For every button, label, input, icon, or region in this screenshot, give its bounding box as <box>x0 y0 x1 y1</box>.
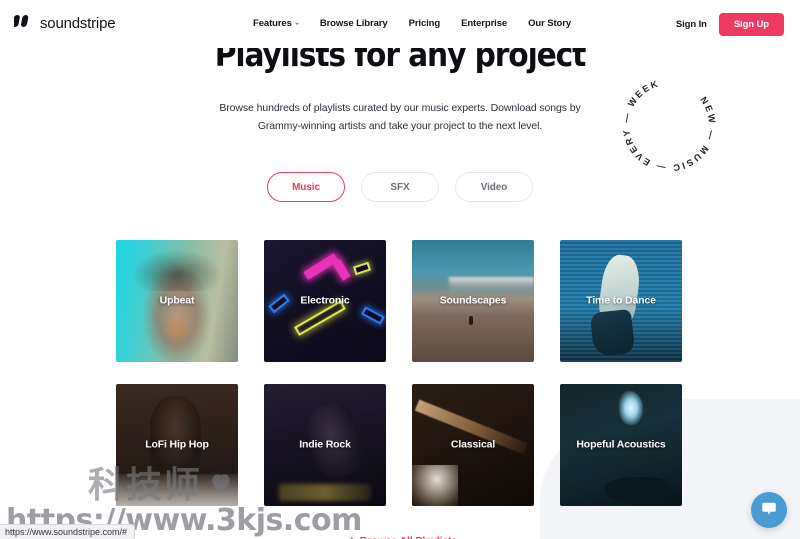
nav-link-pricing-label: Pricing <box>408 18 441 29</box>
new-music-every-week-badge: NEW — MUSIC — EVERY — WEEK — <box>608 62 724 180</box>
nav-link-browse-library[interactable]: Browse Library <box>320 18 388 29</box>
nav-link-our-story[interactable]: Our Story <box>528 18 571 29</box>
playlist-card-classical[interactable]: Classical <box>412 384 534 506</box>
brand-name: soundstripe <box>40 15 116 32</box>
chat-bubble-icon <box>760 499 778 522</box>
navbar: soundstripe Features Browse Library Pric… <box>0 0 800 48</box>
nav-link-enterprise-label: Enterprise <box>461 18 508 29</box>
soundstripe-bars-logo-icon <box>12 14 34 33</box>
nav-link-features-label: Features <box>253 18 292 29</box>
playlist-card-upbeat[interactable]: Upbeat <box>116 240 238 362</box>
neon-arrow-blue-right <box>360 306 385 325</box>
hero-subtitle: Browse hundreds of playlists curated by … <box>219 102 581 132</box>
playlist-title: Upbeat <box>159 294 195 307</box>
playlist-card-indie-rock[interactable]: Indie Rock <box>264 384 386 506</box>
playlist-title: Soundscapes <box>439 294 507 307</box>
nav-link-features[interactable]: Features <box>253 18 299 29</box>
playlist-title: LoFi Hip Hop <box>145 438 209 451</box>
page-root: soundstripe Features Browse Library Pric… <box>0 0 800 539</box>
playlist-title: Time to Dance <box>586 294 656 307</box>
playlist-title: Electronic <box>300 294 350 307</box>
category-filter-tabs: Music SFX Video <box>0 172 800 202</box>
playlist-title: Hopeful Acoustics <box>576 438 666 451</box>
sign-up-button[interactable]: Sign Up <box>718 13 784 36</box>
filter-tab-sfx[interactable]: SFX <box>361 172 439 202</box>
playlist-title: Classical <box>450 438 496 451</box>
playlist-title: Indie Rock <box>299 438 351 451</box>
chat-widget-button[interactable] <box>751 492 787 528</box>
neon-arrow-magenta-head <box>332 258 351 281</box>
chevron-down-icon <box>294 23 299 25</box>
filter-tab-video[interactable]: Video <box>455 172 533 202</box>
browse-all-playlists-link[interactable]: Browse All Playlists <box>343 535 458 539</box>
neon-arrow-yellow-small <box>353 262 372 276</box>
browse-all-playlists-label: Browse All Playlists <box>360 535 458 539</box>
filter-tab-music[interactable]: Music <box>267 172 345 202</box>
nav-links: Features Browse Library Pricing Enterpri… <box>253 18 571 29</box>
playlist-card-soundscapes[interactable]: Soundscapes <box>412 240 534 362</box>
playlist-card-time-to-dance[interactable]: Time to Dance <box>560 240 682 362</box>
playlist-card-hopeful-acoustics[interactable]: Hopeful Acoustics <box>560 384 682 506</box>
playlist-grid: Upbeat Electronic Soundscapes Time to Da… <box>116 240 684 506</box>
playlist-card-lofi-hip-hop[interactable]: LoFi Hip Hop <box>116 384 238 506</box>
sign-in-link[interactable]: Sign In <box>676 19 707 30</box>
playlist-card-electronic[interactable]: Electronic <box>264 240 386 362</box>
nav-link-our-story-label: Our Story <box>528 18 572 29</box>
brand-logo[interactable]: soundstripe <box>12 14 116 33</box>
nav-link-browse-library-label: Browse Library <box>319 18 388 29</box>
badge-text: NEW — MUSIC — EVERY — WEEK — <box>614 70 717 173</box>
browser-status-bar: https://www.soundstripe.com/# <box>0 524 136 539</box>
nav-link-pricing[interactable]: Pricing <box>409 18 441 29</box>
nav-account-actions: Sign In Sign Up <box>676 13 784 36</box>
nav-link-enterprise[interactable]: Enterprise <box>461 18 507 29</box>
